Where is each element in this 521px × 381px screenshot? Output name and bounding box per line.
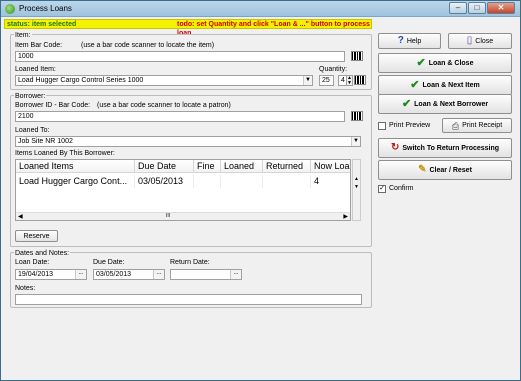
confirm-label: Confirm [389, 185, 414, 192]
date-picker-button[interactable]: ... [153, 270, 164, 279]
loaned-to-select[interactable]: Job Site NR 1002 ▼ [15, 136, 361, 147]
close-window-button[interactable]: ✕ [487, 2, 515, 14]
loaned-item-label: Loaned Item: [15, 66, 56, 73]
close-label: Close [475, 37, 494, 45]
loan-next-borrower-label: Loan & Next Borrower [414, 100, 489, 108]
barcode-icon[interactable] [354, 75, 366, 85]
table-cell[interactable]: 03/05/2013 [135, 175, 194, 188]
column-header[interactable]: Loaned Items [16, 160, 135, 173]
items-loaned-table[interactable]: Loaned Items Due Date Fine Loaned Return… [15, 159, 351, 221]
borrower-group-label: Borrower: [14, 93, 47, 100]
loan-date-label: Loan Date: [15, 259, 50, 266]
clear-reset-label: Clear / Reset [429, 166, 472, 174]
help-label: Help [406, 37, 422, 45]
table-cell[interactable]: Load Hugger Cargo Cont... [16, 175, 135, 188]
close-button[interactable]: ▯ Close [448, 33, 512, 49]
column-header[interactable]: Now Loa [311, 160, 350, 173]
loan-date-field[interactable]: 19/04/2013 ... [15, 269, 87, 280]
scroll-up-icon[interactable]: ▲ [354, 176, 359, 182]
scroll-right-icon[interactable]: ▶ [343, 213, 348, 220]
scroll-left-icon[interactable]: ◀ [18, 213, 23, 220]
loaned-to-value: Job Site NR 1002 [18, 138, 73, 145]
return-date-label: Return Date: [170, 259, 210, 266]
broom-icon: ✎ [418, 164, 427, 175]
help-icon: ? [397, 35, 404, 46]
barcode-icon[interactable] [351, 111, 363, 121]
item-barcode-label: Item Bar Code: [15, 42, 63, 49]
checkmark-icon: ✔ [410, 79, 420, 91]
checkmark-icon: ✔ [401, 98, 412, 110]
item-group-label: Item: [14, 32, 32, 39]
title-bar: Process Loans – □ ✕ [1, 1, 520, 17]
table-cell[interactable] [194, 175, 221, 188]
return-arrow-icon: ↻ [390, 142, 400, 153]
dates-group-label: Dates and Notes: [14, 250, 71, 257]
window-title: Process Loans [19, 4, 72, 13]
reserve-button[interactable]: Reserve [15, 230, 58, 242]
print-preview-label: Print Preview [389, 122, 431, 129]
notes-field[interactable] [15, 294, 362, 305]
loan-next-item-label: Loan & Next Item [422, 81, 480, 89]
borrower-barcode-input[interactable]: 2100 [15, 111, 345, 122]
printer-icon: ⎙ [451, 120, 460, 131]
date-picker-button[interactable]: ... [75, 270, 86, 279]
table-cell[interactable]: 4 [311, 175, 350, 188]
notes-label: Notes: [15, 285, 36, 292]
loan-date-value: 19/04/2013 [18, 271, 54, 278]
checkmark-icon: ✔ [416, 57, 426, 69]
switch-return-button[interactable]: ↻ Switch To Return Processing [378, 138, 512, 158]
quantity-spin-icon[interactable]: ▲ ▼ [346, 75, 353, 86]
chevron-down-icon[interactable]: ▼ [351, 137, 360, 146]
item-barcode-hint: (use a bar code scanner to locate the it… [81, 42, 215, 49]
table-cell[interactable] [221, 175, 263, 188]
chevron-down-icon[interactable]: ▼ [303, 76, 312, 85]
quantity-field[interactable]: 25 [319, 75, 334, 86]
door-icon: ▯ [466, 35, 473, 46]
borrower-barcode-label: Borrower ID - Bar Code: [15, 102, 91, 109]
items-loaned-label: Items Loaned By This Borrower: [15, 150, 115, 157]
maximize-button[interactable]: □ [468, 2, 486, 14]
app-icon [5, 4, 15, 14]
switch-return-label: Switch To Return Processing [402, 144, 500, 152]
loaned-item-value: Load Hugger Cargo Control Series 1000 [18, 77, 144, 84]
column-header[interactable]: Fine [194, 160, 221, 173]
column-header[interactable]: Due Date [135, 160, 194, 173]
clear-reset-button[interactable]: ✎ Clear / Reset [378, 160, 512, 180]
loan-close-label: Loan & Close [428, 59, 474, 67]
status-text: status: item selected [7, 21, 77, 28]
due-date-value: 03/05/2013 [96, 271, 132, 278]
vertical-scrollbar[interactable]: ▲ ▼ [352, 159, 361, 221]
due-date-field[interactable]: 03/05/2013 ... [93, 269, 165, 280]
confirm-checkbox[interactable]: ✓ [378, 185, 386, 193]
horizontal-scrollbar[interactable]: ◀ III ▶ [16, 212, 350, 220]
return-date-field[interactable]: ... [170, 269, 242, 280]
minimize-button[interactable]: – [449, 2, 467, 14]
print-receipt-label: Print Receipt [462, 122, 503, 129]
loan-close-button[interactable]: ✔ Loan & Close [378, 53, 512, 73]
barcode-icon[interactable] [351, 51, 363, 61]
loaned-to-label: Loaned To: [15, 127, 50, 134]
loaned-item-select[interactable]: Load Hugger Cargo Control Series 1000 ▼ [15, 75, 313, 86]
scroll-thumb-marker[interactable]: III [166, 213, 170, 219]
date-picker-button[interactable]: ... [230, 270, 241, 279]
column-header[interactable]: Returned [263, 160, 311, 173]
table-cell[interactable] [263, 175, 311, 188]
print-receipt-button[interactable]: ⎙ Print Receipt [442, 118, 512, 133]
status-bar: status: item selected todo: set Quantity… [4, 19, 372, 37]
scroll-down-icon[interactable]: ▼ [354, 184, 359, 190]
quantity-label: Quantity: [319, 66, 348, 73]
print-preview-checkbox[interactable] [378, 122, 386, 130]
loan-next-item-button[interactable]: ✔ Loan & Next Item [378, 75, 512, 95]
due-date-label: Due Date: [93, 259, 125, 266]
column-header[interactable]: Loaned [221, 160, 263, 173]
help-button[interactable]: ? Help [378, 33, 441, 49]
item-barcode-input[interactable]: 1000 [15, 51, 345, 62]
process-loans-window: Process Loans – □ ✕ status: item selecte… [0, 0, 521, 381]
borrower-barcode-hint: (use a bar code scanner to locate a patr… [97, 102, 231, 109]
loan-next-borrower-button[interactable]: ✔ Loan & Next Borrower [378, 94, 512, 114]
